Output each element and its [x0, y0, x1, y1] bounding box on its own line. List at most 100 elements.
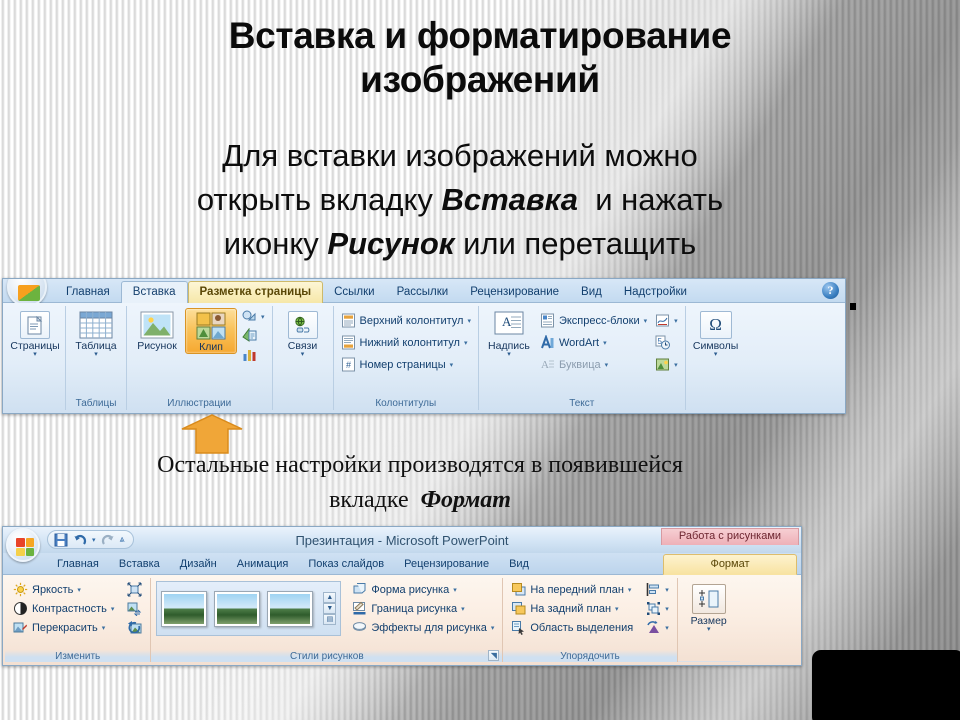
thumb-image [217, 593, 258, 624]
group-headers-footers: Верхний колонтитул ▾ Нижний колонтитул ▾… [334, 306, 479, 410]
reset-picture-button[interactable] [124, 619, 145, 636]
chevron-down-icon: ▾ [77, 586, 81, 594]
shapes-button[interactable]: ▾ [239, 308, 268, 325]
adjust-trail [120, 581, 145, 636]
picture-button[interactable]: Рисунок [131, 308, 183, 352]
body-line-3-c: или перетащить [454, 226, 697, 262]
chevron-down-icon: ▾ [101, 624, 106, 632]
table-button[interactable]: Таблица ▾ [70, 308, 122, 358]
signature-line-button[interactable]: ▾ [652, 312, 681, 329]
chevron-down-icon: ▾ [463, 339, 468, 347]
picture-styles-gallery[interactable]: ▲ ▼ ▤ [156, 581, 342, 636]
group-button[interactable]: ▾ [643, 600, 672, 617]
picture-style-3[interactable] [267, 590, 314, 627]
align-button[interactable]: ▾ [643, 581, 672, 598]
slide-mid-text: Остальные настройки производятся в появи… [10, 448, 830, 518]
chevron-down-icon: ▾ [453, 586, 457, 594]
selection-pane-label: Область выделения [530, 621, 634, 634]
picture-style-1[interactable] [161, 590, 208, 627]
ppt-tab-format[interactable]: Формат [663, 554, 797, 575]
tab-nadstroyki[interactable]: Надстройки [613, 282, 698, 303]
omega-icon: Ω [699, 311, 732, 339]
adjust-items: Яркость ▾ Контрастность ▾ Перекрасить ▾ [10, 581, 117, 636]
textbox-button[interactable]: A Надпись ▾ [483, 308, 535, 358]
svg-text:#: # [346, 360, 351, 370]
svg-text:A: A [502, 314, 512, 329]
group-symbols: Ω Символы ▾ [686, 306, 746, 410]
tab-recenzirovanie[interactable]: Рецензирование [459, 282, 570, 303]
send-to-back-label: На задний план [530, 602, 612, 615]
illustrations-small-buttons: ▾ [239, 308, 268, 363]
thumb-image [270, 593, 311, 624]
rotate-button[interactable]: ▾ [643, 619, 672, 636]
arrange-items: На передний план ▾ На задний план ▾ Обла… [508, 581, 636, 636]
picture-styles-dialog-launcher[interactable]: ◥ [488, 650, 500, 661]
tab-rassylki[interactable]: Рассылки [386, 282, 460, 303]
help-icon[interactable]: ? [822, 282, 839, 299]
quick-parts-button[interactable]: Экспресс-блоки ▾ [537, 312, 650, 329]
recolor-button[interactable]: Перекрасить ▾ [10, 619, 117, 636]
gallery-scroll-buttons[interactable]: ▲ ▼ ▤ [323, 592, 337, 625]
gallery-scroll-down[interactable]: ▼ [323, 603, 337, 614]
tab-ssylki[interactable]: Ссылки [323, 282, 386, 303]
arrange-trail: ▾ ▾ ▾ [639, 581, 672, 636]
tab-razmetka-stranicy[interactable]: Разметка страницы [187, 281, 324, 304]
picture-border-button[interactable]: Граница рисунка ▾ [349, 600, 497, 617]
size-button[interactable]: Размер ▾ [683, 581, 735, 633]
selection-pane-button[interactable]: Область выделения [508, 619, 636, 636]
reset-picture-icon [127, 620, 142, 635]
object-button[interactable]: ▾ [652, 356, 681, 373]
brightness-button[interactable]: Яркость ▾ [10, 581, 117, 598]
ppt-tab-vid[interactable]: Вид [499, 555, 539, 574]
tab-glavnaya[interactable]: Главная [55, 282, 121, 303]
footer-button[interactable]: Нижний колонтитул ▾ [338, 334, 474, 351]
textbox-icon: A [494, 311, 524, 339]
picture-style-2[interactable] [214, 590, 261, 627]
align-icon [646, 582, 661, 597]
picture-effects-button[interactable]: Эффекты для рисунка ▾ [349, 619, 497, 636]
header-button[interactable]: Верхний колонтитул ▾ [338, 312, 474, 329]
picture-shape-button[interactable]: Форма рисунка ▾ [349, 581, 497, 598]
chevron-down-icon: ▾ [94, 351, 98, 359]
clipart-button[interactable]: Клип [185, 308, 237, 355]
chart-button[interactable] [239, 346, 268, 363]
chevron-down-icon: ▾ [674, 361, 678, 369]
ppt-tab-glavnaya[interactable]: Главная [47, 555, 109, 574]
ppt-tab-dizayn[interactable]: Дизайн [170, 555, 227, 574]
chevron-down-icon: ▾ [665, 624, 669, 632]
contrast-button[interactable]: Контрастность ▾ [10, 600, 117, 617]
compress-pictures-button[interactable] [124, 581, 145, 598]
group-icon [646, 601, 661, 616]
chevron-down-icon: ▾ [603, 339, 607, 347]
ppt-tab-vstavka[interactable]: Вставка [109, 555, 170, 574]
wordart-button[interactable]: WordArt ▾ [537, 334, 650, 351]
ppt-group-adjust-name: Изменить [5, 650, 151, 662]
gallery-more[interactable]: ▤ [323, 614, 337, 625]
smartart-button[interactable] [239, 327, 268, 344]
office-button[interactable] [6, 528, 40, 562]
group-headers-footers-name: Колонтитулы [375, 398, 437, 409]
gallery-scroll-up[interactable]: ▲ [323, 592, 337, 603]
dropcap-icon: A [540, 357, 555, 372]
page-number-button[interactable]: # Номер страницы ▾ [338, 356, 474, 373]
bring-to-front-button[interactable]: На передний план ▾ [508, 581, 636, 598]
header-icon [341, 313, 356, 328]
word-tabs: Главная Вставка Разметка страницы Ссылки… [55, 279, 698, 304]
symbols-button[interactable]: Ω Символы ▾ [690, 308, 742, 358]
ppt-tab-pokaz-slaydov[interactable]: Показ слайдов [298, 555, 394, 574]
ppt-group-picture-styles-name: Стили рисунков [151, 650, 503, 662]
ppt-tab-animaciya[interactable]: Анимация [227, 555, 299, 574]
emphasis-risunok: Рисунок [327, 226, 455, 262]
pages-button[interactable]: Страницы ▾ [9, 308, 61, 358]
change-picture-button[interactable] [124, 600, 145, 617]
tab-vstavka[interactable]: Вставка [120, 281, 188, 304]
tab-vid[interactable]: Вид [570, 282, 613, 303]
date-time-button[interactable]: 5 [652, 334, 681, 351]
picture-shape-label: Форма рисунка [371, 583, 450, 596]
picture-border-icon [352, 601, 367, 616]
ppt-tab-recenzirovanie[interactable]: Рецензирование [394, 555, 499, 574]
ppt-group-arrange-name: Упорядочить [503, 650, 677, 662]
drop-cap-button[interactable]: A Буквица ▾ [537, 356, 650, 373]
send-to-back-button[interactable]: На задний план ▾ [508, 600, 636, 617]
links-button[interactable]: Связи ▾ [277, 308, 329, 358]
